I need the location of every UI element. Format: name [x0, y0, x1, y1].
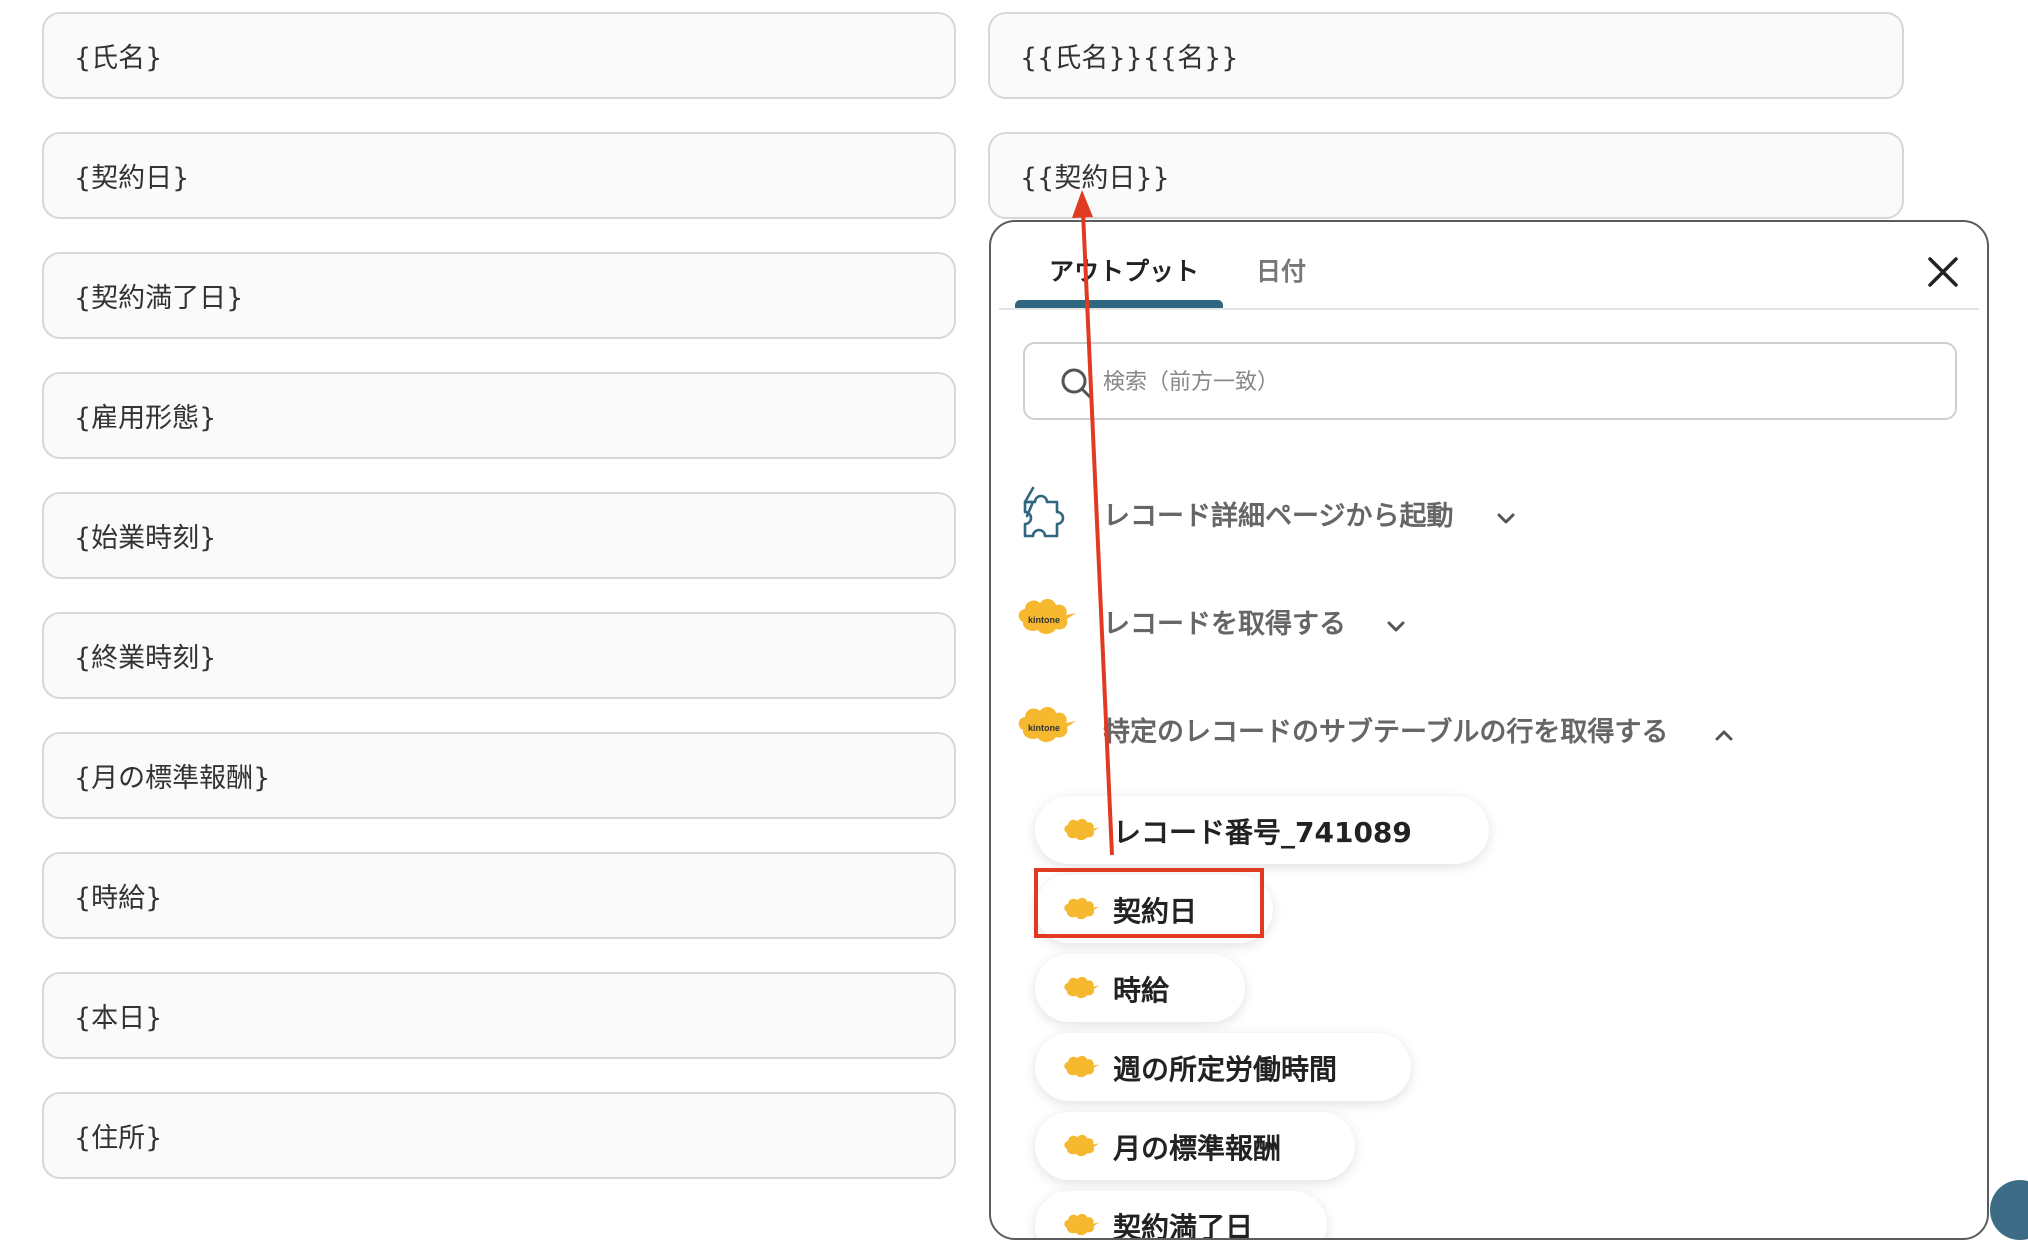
- section-get-record[interactable]: kintone レコードを取得する: [1015, 590, 1915, 660]
- mapped-field-name[interactable]: {{氏名}}{{名}}: [988, 12, 1904, 99]
- field-value: {終業時刻}: [74, 643, 217, 674]
- kintone-logo-icon: [1064, 897, 1100, 920]
- section-record-detail-trigger[interactable]: レコード詳細ページから起動: [1015, 482, 1915, 552]
- item-label: 契約満了日: [1113, 1211, 1254, 1240]
- output-item-monthly-standard-pay[interactable]: 月の標準報酬: [1035, 1112, 1355, 1180]
- tabs-divider: [999, 308, 1979, 310]
- kintone-logo-icon: [1064, 818, 1100, 841]
- tab-output[interactable]: アウトプット: [1049, 252, 1199, 288]
- field-start-time[interactable]: {始業時刻}: [42, 492, 956, 579]
- close-icon: [1928, 257, 1958, 287]
- field-value: {時給}: [74, 883, 163, 914]
- field-value: {雇用形態}: [74, 403, 217, 434]
- field-value: {{氏名}}{{名}}: [1020, 43, 1239, 74]
- kintone-logo-icon: [1064, 1213, 1100, 1236]
- field-address[interactable]: {住所}: [42, 1092, 956, 1179]
- field-value: {住所}: [74, 1123, 163, 1154]
- output-item-contract-date[interactable]: 契約日: [1035, 875, 1273, 943]
- kintone-logo-icon: [1064, 1055, 1100, 1078]
- field-value: {契約満了日}: [74, 283, 244, 314]
- field-end-time[interactable]: {終業時刻}: [42, 612, 956, 699]
- search-icon: [1061, 368, 1093, 400]
- kintone-logo-icon: [1064, 1134, 1100, 1157]
- item-label: 契約日: [1113, 895, 1198, 928]
- mapped-field-contract-date[interactable]: {{契約日}}: [988, 132, 1904, 219]
- output-item-hourly-wage[interactable]: 時給: [1035, 954, 1245, 1022]
- search-input[interactable]: [1101, 344, 1925, 420]
- field-value: {始業時刻}: [74, 523, 217, 554]
- active-tab-indicator: [1015, 300, 1223, 308]
- field-value: {氏名}: [74, 43, 163, 74]
- output-item-weekly-work-hours[interactable]: 週の所定労働時間: [1035, 1033, 1411, 1101]
- puzzle-bolt-icon: [1023, 486, 1065, 538]
- field-employment-type[interactable]: {雇用形態}: [42, 372, 956, 459]
- corner-decoration: [1990, 1180, 2028, 1240]
- field-contract-date[interactable]: {契約日}: [42, 132, 956, 219]
- section-label: レコードを取得する: [1103, 609, 1346, 640]
- field-hourly-wage[interactable]: {時給}: [42, 852, 956, 939]
- output-item-contract-end-date[interactable]: 契約満了日: [1035, 1191, 1327, 1240]
- item-label: 週の所定労働時間: [1113, 1053, 1338, 1086]
- item-label: 時給: [1113, 974, 1170, 1007]
- field-value: {{契約日}}: [1020, 163, 1170, 194]
- field-contract-end-date[interactable]: {契約満了日}: [42, 252, 956, 339]
- field-value: {契約日}: [74, 163, 190, 194]
- kintone-logo-icon: [1064, 976, 1100, 999]
- chevron-down-icon: [1497, 513, 1515, 524]
- close-button[interactable]: [1921, 250, 1965, 294]
- kintone-logo-icon: kintone: [1018, 707, 1076, 743]
- svg-text:kintone: kintone: [1028, 723, 1060, 733]
- field-value: {本日}: [74, 1003, 163, 1034]
- chevron-up-icon: [1715, 730, 1733, 741]
- field-monthly-standard-pay[interactable]: {月の標準報酬}: [42, 732, 956, 819]
- output-picker-panel: アウトプット 日付 レコード詳細ページから起動 kintone レコード: [989, 220, 1989, 1240]
- section-label: 特定のレコードのサブテーブルの行を取得する: [1103, 717, 1669, 748]
- output-item-record-number[interactable]: レコード番号_741089: [1035, 796, 1489, 864]
- svg-text:kintone: kintone: [1028, 615, 1060, 625]
- field-today[interactable]: {本日}: [42, 972, 956, 1059]
- kintone-logo-icon: kintone: [1018, 599, 1076, 635]
- tab-date[interactable]: 日付: [1256, 252, 1306, 288]
- field-value: {月の標準報酬}: [74, 763, 271, 794]
- item-label: 月の標準報酬: [1113, 1132, 1282, 1165]
- item-label: レコード番号_741089: [1113, 816, 1412, 849]
- chevron-down-icon: [1387, 621, 1405, 632]
- search-box: [1023, 342, 1957, 420]
- field-name[interactable]: {氏名}: [42, 12, 956, 99]
- section-get-subtable-rows[interactable]: kintone 特定のレコードのサブテーブルの行を取得する: [1015, 698, 1915, 768]
- section-label: レコード詳細ページから起動: [1103, 501, 1454, 532]
